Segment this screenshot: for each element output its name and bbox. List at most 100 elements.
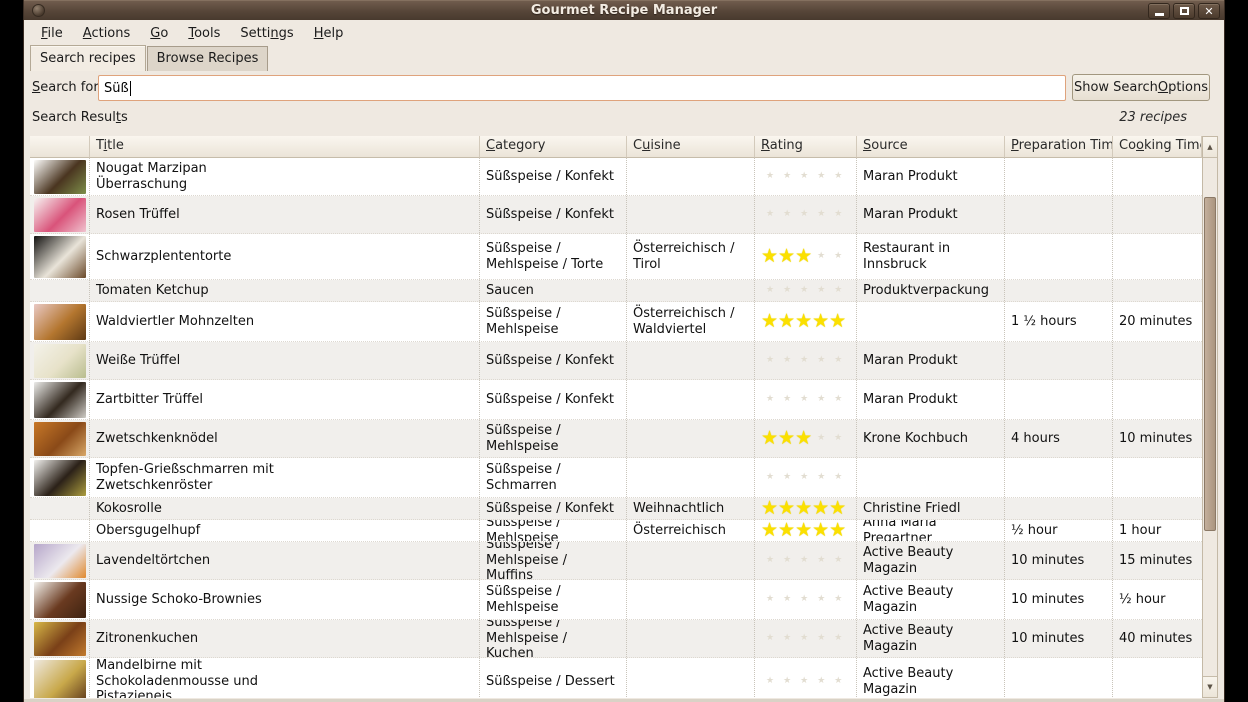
cell-cuisine: Österreichisch / Waldviertel — [627, 302, 755, 341]
cell-title: Obersgugelhupf — [90, 520, 480, 541]
cell-image — [30, 342, 90, 379]
recipe-row[interactable]: Weiße TrüffelSüßspeise / Konfekt★★★★★Mar… — [30, 342, 1202, 380]
cell-category: Süßspeise / Dessert — [480, 658, 627, 698]
star-rating-empty: ★★★★★ — [766, 556, 851, 565]
cell-cooking-time: ½ hour — [1113, 580, 1202, 619]
cell-image — [30, 280, 90, 301]
recipe-row[interactable]: ZwetschkenknödelSüßspeise / Mehlspeise★★… — [30, 420, 1202, 458]
cell-preparation-time — [1005, 158, 1113, 195]
scrollbar-thumb[interactable] — [1204, 197, 1216, 531]
cell-preparation-time — [1005, 342, 1113, 379]
show-search-options-button[interactable]: Show Search Options — [1072, 74, 1210, 101]
recipe-photo — [34, 422, 86, 456]
recipe-row[interactable]: ObersgugelhupfSüßspeise / MehlspeiseÖste… — [30, 520, 1202, 542]
recipe-row[interactable]: LavendeltörtchenSüßspeise / Mehlspeise /… — [30, 542, 1202, 580]
recipe-photo — [34, 622, 86, 656]
search-input[interactable]: Süß — [98, 75, 1066, 101]
maximize-button[interactable] — [1173, 3, 1195, 19]
recipe-row[interactable]: Topfen-Grießschmarren mit Zwetschkenröst… — [30, 458, 1202, 498]
scroll-down-button[interactable]: ▼ — [1203, 676, 1217, 697]
recipe-row[interactable]: Mandelbirne mit Schokoladenmousse und Pi… — [30, 658, 1202, 698]
cell-source: Maran Produkt — [857, 380, 1005, 419]
menu-actions[interactable]: Actions — [74, 23, 140, 44]
column-header-source[interactable]: Source — [857, 136, 1005, 158]
cell-cooking-time: 40 minutes — [1113, 620, 1202, 657]
close-icon: ✕ — [1204, 6, 1213, 17]
cell-image — [30, 158, 90, 195]
cell-category: Süßspeise / Mehlspeise — [480, 520, 627, 541]
cell-rating: ★★★★★ — [755, 380, 857, 419]
scroll-up-button[interactable]: ▲ — [1203, 137, 1217, 158]
cell-category: Süßspeise / Konfekt — [480, 342, 627, 379]
recipe-row[interactable]: ZitronenkuchenSüßspeise / Mehlspeise / K… — [30, 620, 1202, 658]
column-header-image[interactable] — [30, 136, 90, 158]
star-rating-empty: ★★ — [817, 434, 851, 443]
cell-preparation-time: ½ hour — [1005, 520, 1113, 541]
cell-cooking-time: 10 minutes — [1113, 420, 1202, 457]
recipe-row[interactable]: SchwarzplententorteSüßspeise / Mehlspeis… — [30, 234, 1202, 280]
recipe-photo — [34, 160, 86, 194]
cell-cooking-time — [1113, 158, 1202, 195]
cell-title: Tomaten Ketchup — [90, 280, 480, 301]
close-button[interactable]: ✕ — [1198, 3, 1220, 19]
column-header-rating[interactable]: Rating — [755, 136, 857, 158]
cell-cooking-time — [1113, 342, 1202, 379]
recipe-row[interactable]: KokosrolleSüßspeise / KonfektWeihnachtli… — [30, 498, 1202, 520]
menu-file[interactable]: File — [32, 23, 72, 44]
cell-title: Schwarzplententorte — [90, 234, 480, 279]
cell-category: Süßspeise / Konfekt — [480, 196, 627, 233]
cell-source: Active Beauty Magazin — [857, 580, 1005, 619]
menu-go[interactable]: Go — [141, 23, 177, 44]
recipe-row[interactable]: Nougat Marzipan ÜberraschungSüßspeise / … — [30, 158, 1202, 196]
cell-cooking-time: 15 minutes — [1113, 542, 1202, 579]
cell-cuisine — [627, 196, 755, 233]
cell-image — [30, 458, 90, 497]
star-rating-filled: ★★★★★ — [761, 499, 846, 518]
tabbar: Search recipesBrowse Recipes — [24, 45, 1224, 71]
tab-browse-recipes[interactable]: Browse Recipes — [147, 46, 269, 71]
star-rating-filled: ★★★★★ — [761, 312, 846, 331]
cell-rating: ★★★★★ — [755, 458, 857, 497]
menu-tools[interactable]: Tools — [179, 23, 229, 44]
recipe-row[interactable]: Zartbitter TrüffelSüßspeise / Konfekt★★★… — [30, 380, 1202, 420]
cell-cooking-time — [1113, 280, 1202, 301]
cell-rating: ★★★★★ — [755, 658, 857, 698]
cell-cooking-time — [1113, 380, 1202, 419]
star-rating-empty: ★★★★★ — [766, 395, 851, 404]
cell-image — [30, 658, 90, 698]
tab-search-recipes[interactable]: Search recipes — [30, 45, 146, 71]
cell-image — [30, 302, 90, 341]
column-header-cuisine[interactable]: Cuisine — [627, 136, 755, 158]
cell-title: Waldviertler Mohnzelten — [90, 302, 480, 341]
text-caret — [130, 81, 131, 96]
cell-cuisine — [627, 158, 755, 195]
titlebar[interactable]: Gourmet Recipe Manager ✕ — [24, 0, 1224, 20]
cell-preparation-time — [1005, 658, 1113, 698]
star-rating-empty: ★★★★★ — [766, 286, 851, 295]
table-body: Nougat Marzipan ÜberraschungSüßspeise / … — [30, 158, 1202, 698]
recipe-row[interactable]: Nussige Schoko-BrowniesSüßspeise / Mehls… — [30, 580, 1202, 620]
cell-cooking-time — [1113, 658, 1202, 698]
star-rating-filled: ★★★★★ — [761, 521, 846, 540]
app-icon — [32, 4, 45, 17]
cell-source: Christine Friedl — [857, 498, 1005, 519]
minimize-button[interactable] — [1148, 3, 1170, 19]
search-for-label: Search for — [32, 80, 99, 95]
column-header-cooking-time[interactable]: Cooking Time — [1113, 136, 1202, 158]
cell-source: Active Beauty Magazin — [857, 620, 1005, 657]
cell-category: Süßspeise / Mehlspeise — [480, 420, 627, 457]
recipe-row[interactable]: Waldviertler MohnzeltenSüßspeise / Mehls… — [30, 302, 1202, 342]
cell-preparation-time — [1005, 234, 1113, 279]
recipe-row[interactable]: Rosen TrüffelSüßspeise / Konfekt★★★★★Mar… — [30, 196, 1202, 234]
column-header-title[interactable]: Title — [90, 136, 480, 158]
cell-source: Maran Produkt — [857, 196, 1005, 233]
cell-rating: ★★★★★ — [755, 280, 857, 301]
chevron-down-icon: ▼ — [1207, 683, 1212, 691]
column-header-category[interactable]: Category — [480, 136, 627, 158]
cell-source: Active Beauty Magazin — [857, 658, 1005, 698]
column-header-preparation-time[interactable]: Preparation Time — [1005, 136, 1113, 158]
menu-help[interactable]: Help — [305, 23, 353, 44]
recipe-row[interactable]: Tomaten KetchupSaucen★★★★★Produktverpack… — [30, 280, 1202, 302]
vertical-scrollbar[interactable]: ▲ ▼ — [1202, 136, 1218, 698]
menu-settings[interactable]: Settings — [231, 23, 302, 44]
